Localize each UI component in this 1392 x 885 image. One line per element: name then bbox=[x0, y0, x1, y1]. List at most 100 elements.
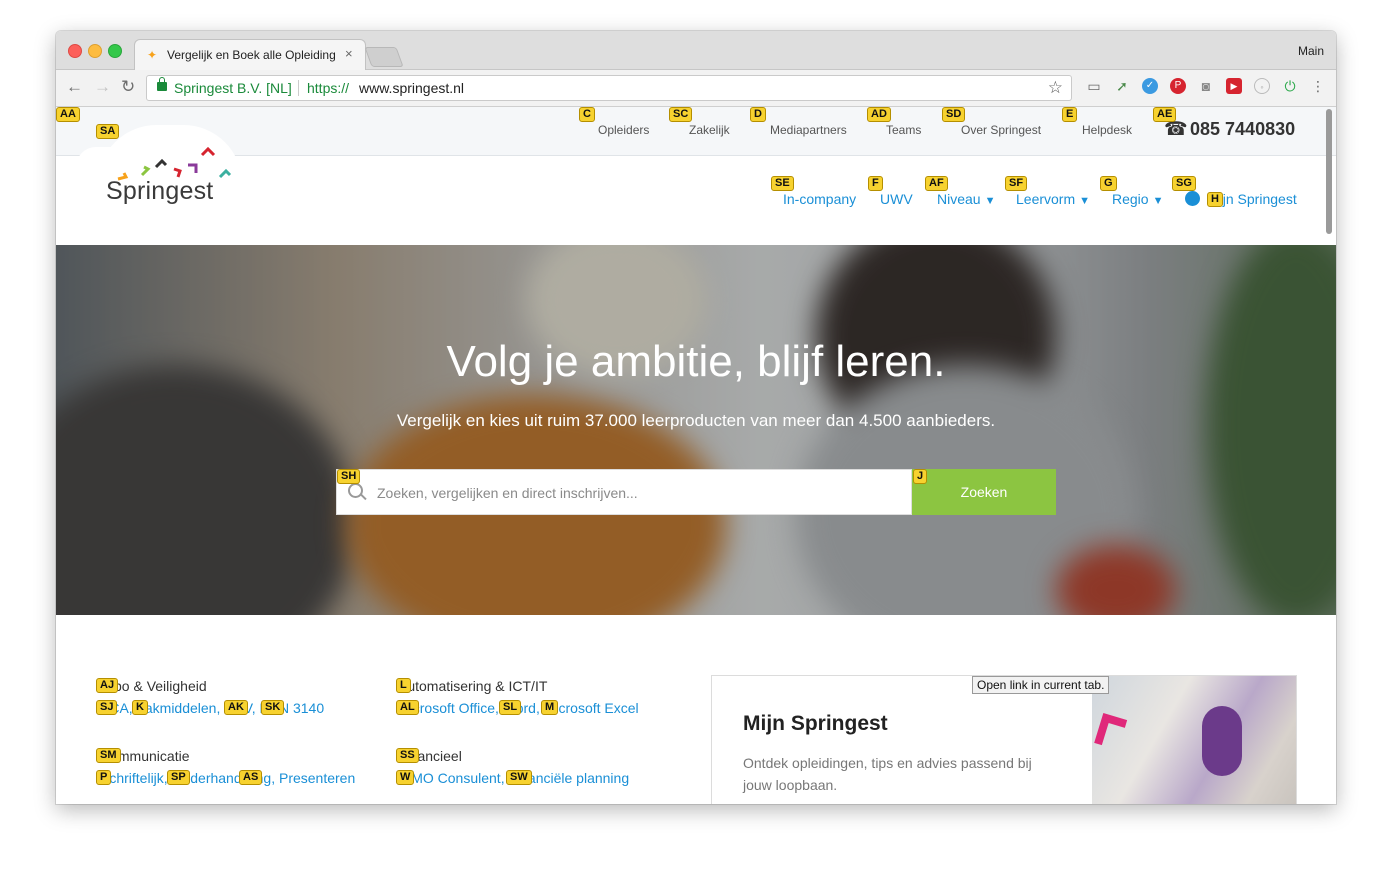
hint-label[interactable]: SH bbox=[337, 469, 361, 484]
hint-label[interactable]: AK bbox=[224, 700, 248, 715]
hint-label[interactable]: M bbox=[541, 700, 559, 715]
power-icon[interactable]: ⏻ bbox=[1282, 78, 1298, 94]
browser-menu-icon[interactable]: ⋮ bbox=[1310, 78, 1326, 94]
reload-icon[interactable]: ↻ bbox=[121, 77, 135, 97]
extension-arrow-icon[interactable]: ➚ bbox=[1114, 78, 1130, 94]
hint-label[interactable]: K bbox=[132, 700, 148, 715]
nav-niveau-label: Niveau bbox=[937, 191, 981, 207]
secure-site-label: Springest B.V. [NL] bbox=[174, 80, 292, 96]
phone-number[interactable]: 085 7440830 bbox=[1190, 119, 1295, 140]
hint-label[interactable]: AA bbox=[56, 107, 80, 122]
nav-niveau[interactable]: Niveau ▼ bbox=[937, 191, 995, 207]
hint-label[interactable]: SM bbox=[96, 748, 121, 763]
hint-label[interactable]: AE bbox=[1153, 107, 1177, 122]
hint-label[interactable]: SG bbox=[1172, 176, 1196, 191]
pinterest-icon[interactable]: P bbox=[1170, 78, 1186, 94]
hint-label[interactable]: SF bbox=[1005, 176, 1028, 191]
nav-in-company[interactable]: In-company bbox=[783, 191, 856, 207]
bookmark-star-icon[interactable]: ☆ bbox=[1048, 78, 1063, 98]
hero-subtitle: Vergelijk en kies uit ruim 37.000 leerpr… bbox=[396, 411, 996, 430]
hint-label[interactable]: G bbox=[1100, 176, 1117, 191]
card-image-figure bbox=[1202, 706, 1242, 776]
hint-label[interactable]: C bbox=[579, 107, 595, 122]
user-account-icon bbox=[1185, 191, 1200, 206]
hint-label[interactable]: SK bbox=[261, 700, 285, 715]
close-window-button[interactable] bbox=[68, 44, 82, 58]
hint-label[interactable]: L bbox=[396, 678, 411, 693]
search-placeholder: Zoeken, vergelijken en direct inschrijve… bbox=[377, 485, 638, 501]
hint-label[interactable]: AD bbox=[867, 107, 891, 122]
tab-close-icon[interactable]: × bbox=[345, 46, 353, 61]
card-image bbox=[1092, 676, 1296, 804]
link-mediapartners[interactable]: Mediapartners bbox=[770, 123, 847, 137]
link-zakelijk[interactable]: Zakelijk bbox=[689, 123, 730, 137]
chevron-down-icon: ▼ bbox=[984, 195, 996, 207]
hint-label[interactable]: W bbox=[396, 770, 415, 785]
zoom-window-button[interactable] bbox=[108, 44, 122, 58]
springest-favicon-icon: ✦ bbox=[147, 48, 158, 62]
tab-strip: ✦ Vergelijk en Boek alle Opleiding × Mai… bbox=[56, 31, 1336, 70]
category-title-ict: Automatisering & ICT/IT bbox=[398, 678, 548, 694]
extension-gray-icon[interactable]: ◦ bbox=[1254, 78, 1270, 94]
browser-window: ✦ Vergelijk en Boek alle Opleiding × Mai… bbox=[56, 31, 1336, 804]
url-protocol: https:// bbox=[307, 80, 350, 96]
hint-label[interactable]: SC bbox=[669, 107, 693, 122]
lock-icon bbox=[157, 77, 167, 91]
hint-label[interactable]: F bbox=[868, 176, 883, 191]
link-helpdesk[interactable]: Helpdesk bbox=[1082, 123, 1132, 137]
hint-label[interactable]: SJ bbox=[96, 700, 118, 715]
back-icon[interactable]: ← bbox=[66, 77, 83, 97]
search-input[interactable]: Zoeken, vergelijken en direct inschrijve… bbox=[336, 469, 912, 515]
minimize-window-button[interactable] bbox=[88, 44, 102, 58]
extension-red-icon[interactable]: ▶ bbox=[1226, 78, 1242, 94]
springest-logo-text[interactable]: Springest bbox=[106, 177, 213, 206]
hint-label[interactable]: SD bbox=[942, 107, 966, 122]
link-opleiders[interactable]: Opleiders bbox=[598, 123, 649, 137]
nav-uwv[interactable]: UWV bbox=[880, 191, 913, 207]
hint-label[interactable]: AS bbox=[239, 770, 263, 785]
webpage: Opleiders Zakelijk Mediapartners Teams O… bbox=[56, 107, 1336, 804]
search-icon bbox=[348, 483, 363, 498]
omnibox-divider bbox=[298, 80, 299, 96]
nav-regio[interactable]: Regio ▼ bbox=[1112, 191, 1163, 207]
tooltip: Open link in current tab. bbox=[972, 676, 1110, 694]
hint-label[interactable]: SL bbox=[499, 700, 522, 715]
top-utility-bar: Opleiders Zakelijk Mediapartners Teams O… bbox=[56, 107, 1336, 156]
mijn-springest-card[interactable]: Mijn Springest Ontdek opleidingen, tips … bbox=[711, 675, 1297, 804]
hint-label[interactable]: SS bbox=[396, 748, 419, 763]
category-links-communicatie[interactable]: Schriftelijk, Onderhandeling, Presentere… bbox=[100, 770, 355, 786]
card-title: Mijn Springest bbox=[743, 712, 888, 735]
chevron-down-icon: ▼ bbox=[1152, 195, 1164, 207]
hint-label[interactable]: SA bbox=[96, 124, 120, 139]
card-text: Ontdek opleidingen, tips en advies passe… bbox=[743, 755, 1032, 793]
hint-label[interactable]: SW bbox=[506, 770, 532, 785]
hint-label[interactable]: AF bbox=[925, 176, 948, 191]
camera-icon[interactable]: ◙ bbox=[1198, 78, 1214, 94]
hint-label[interactable]: AJ bbox=[96, 678, 119, 693]
address-bar[interactable]: Springest B.V. [NL] https:// www.springe… bbox=[146, 75, 1072, 101]
cast-icon[interactable]: ▭ bbox=[1086, 78, 1102, 94]
link-over-springest[interactable]: Over Springest bbox=[961, 123, 1041, 137]
nav-leervorm[interactable]: Leervorm ▼ bbox=[1016, 191, 1090, 207]
hint-label[interactable]: E bbox=[1062, 107, 1078, 122]
new-tab-button[interactable] bbox=[364, 47, 404, 67]
hint-label[interactable]: AL bbox=[396, 700, 419, 715]
springest-chevron-icon bbox=[1094, 713, 1128, 746]
nav-leervorm-label: Leervorm bbox=[1016, 191, 1076, 207]
nav-regio-label: Regio bbox=[1112, 191, 1149, 207]
hint-label[interactable]: D bbox=[750, 107, 766, 122]
browser-toolbar: ← → ↻ Springest B.V. [NL] https:// www.s… bbox=[56, 70, 1336, 107]
hint-label[interactable]: SE bbox=[771, 176, 794, 191]
forward-icon[interactable]: → bbox=[94, 77, 111, 97]
browser-tab[interactable]: ✦ Vergelijk en Boek alle Opleiding × bbox=[134, 39, 366, 70]
hint-label[interactable]: H bbox=[1207, 192, 1223, 207]
page-scrollbar[interactable] bbox=[1326, 109, 1332, 234]
hero-title: Volg je ambitie, blijf leren. bbox=[446, 337, 946, 386]
extension-blue-icon[interactable]: ✓ bbox=[1142, 78, 1158, 94]
profile-name[interactable]: Main bbox=[1298, 44, 1324, 58]
hint-label[interactable]: P bbox=[96, 770, 112, 785]
hint-label[interactable]: SP bbox=[167, 770, 190, 785]
link-teams[interactable]: Teams bbox=[886, 123, 921, 137]
search-button[interactable]: Zoeken bbox=[912, 469, 1056, 515]
hint-label[interactable]: J bbox=[913, 469, 928, 484]
